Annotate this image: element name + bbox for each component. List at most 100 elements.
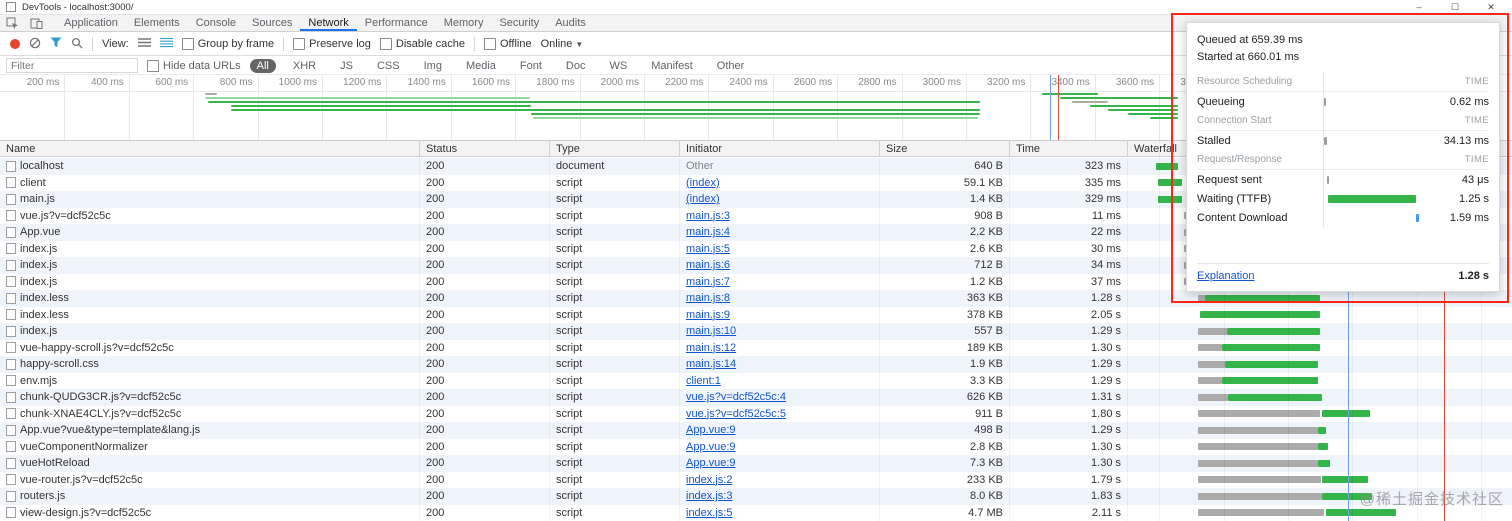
record-button[interactable]	[10, 39, 20, 49]
waterfall-stalled-bar[interactable]	[1198, 410, 1320, 417]
initiator-link[interactable]: index.js:5	[686, 507, 732, 519]
waterfall-stalled-bar[interactable]	[1198, 377, 1222, 384]
initiator-link[interactable]: vue.js?v=dcf52c5c:4	[686, 391, 786, 403]
waterfall-download-bar[interactable]	[1158, 195, 1182, 203]
initiator-link[interactable]: (index)	[686, 193, 720, 205]
maximize-button[interactable]: ☐	[1440, 2, 1470, 13]
offline-checkbox[interactable]: Offline	[483, 38, 532, 50]
waterfall-download-bar[interactable]	[1322, 492, 1372, 500]
throttling-select[interactable]: Online ▼	[541, 38, 584, 50]
waterfall-download-bar[interactable]	[1227, 327, 1320, 335]
initiator-link[interactable]: main.js:10	[686, 325, 736, 337]
minimize-button[interactable]: –	[1404, 2, 1434, 12]
initiator-link[interactable]: index.js:3	[686, 490, 732, 502]
filter-pill-xhr[interactable]: XHR	[286, 59, 323, 73]
filter-pill-ws[interactable]: WS	[602, 59, 634, 73]
column-header-name[interactable]: Name	[0, 141, 420, 156]
initiator-link[interactable]: main.js:9	[686, 309, 730, 321]
tab-elements[interactable]: Elements	[126, 15, 188, 31]
waterfall-stalled-bar[interactable]	[1198, 459, 1318, 467]
waterfall-download-bar[interactable]	[1228, 393, 1322, 401]
initiator-link[interactable]: App.vue:9	[686, 441, 736, 453]
network-request-row[interactable]: env.mjs 200 script client:1 3.3 KB 1.29 s	[0, 372, 1512, 389]
disable-cache-checkbox[interactable]: Disable cache	[379, 38, 465, 50]
filter-pill-img[interactable]: Img	[417, 59, 449, 73]
inspect-element-icon[interactable]	[0, 15, 24, 31]
tab-security[interactable]: Security	[491, 15, 547, 31]
view-list-icon[interactable]	[137, 37, 151, 51]
network-request-row[interactable]: vue-router.js?v=dcf52c5c 200 script index.j…	[0, 471, 1512, 488]
network-request-row[interactable]: index.less 200 script main.js:9 378 KB 2.05 s	[0, 306, 1512, 323]
waterfall-download-bar[interactable]	[1326, 509, 1396, 516]
hide-data-urls-checkbox[interactable]: Hide data URLs	[147, 59, 241, 72]
waterfall-download-bar[interactable]	[1156, 162, 1178, 170]
initiator-link[interactable]: App.vue:9	[686, 457, 736, 469]
waterfall-download-bar[interactable]	[1205, 294, 1320, 302]
filter-pill-media[interactable]: Media	[459, 59, 503, 73]
tab-console[interactable]: Console	[188, 15, 244, 31]
waterfall-download-bar[interactable]	[1322, 410, 1370, 417]
initiator-link[interactable]: main.js:3	[686, 210, 730, 222]
initiator-link[interactable]: vue.js?v=dcf52c5c:5	[686, 408, 786, 420]
network-request-row[interactable]: App.vue?vue&type=template&lang.js 200 scri…	[0, 422, 1512, 439]
initiator-link[interactable]: main.js:14	[686, 358, 736, 370]
view-compact-icon[interactable]	[159, 37, 173, 51]
column-header-initiator[interactable]: Initiator	[680, 141, 880, 156]
network-request-row[interactable]: vueComponentNormalizer 200 script App.vue:9…	[0, 438, 1512, 455]
preserve-log-checkbox[interactable]: Preserve log	[293, 38, 371, 50]
network-request-row[interactable]: chunk-QUDG3CR.js?v=dcf52c5c 200 script vue.…	[0, 389, 1512, 406]
network-request-row[interactable]: happy-scroll.css 200 script main.js:14 1.9 K…	[0, 356, 1512, 373]
waterfall-download-bar[interactable]	[1200, 311, 1320, 318]
filter-pill-css[interactable]: CSS	[370, 59, 407, 73]
column-header-type[interactable]: Type	[550, 141, 680, 156]
initiator-link[interactable]: main.js:12	[686, 342, 736, 354]
initiator-link[interactable]: (index)	[686, 177, 720, 189]
network-request-row[interactable]: vue-happy-scroll.js?v=dcf52c5c 200 script m…	[0, 339, 1512, 356]
column-header-size[interactable]: Size	[880, 141, 1010, 156]
waterfall-stalled-bar[interactable]	[1198, 393, 1228, 401]
tab-application[interactable]: Application	[56, 15, 126, 31]
waterfall-stalled-bar[interactable]	[1198, 443, 1318, 450]
waterfall-stalled-bar[interactable]	[1198, 426, 1318, 434]
waterfall-download-bar[interactable]	[1318, 426, 1326, 434]
filter-pill-doc[interactable]: Doc	[559, 59, 593, 73]
network-request-row[interactable]: index.less 200 script main.js:8 363 KB 1.28 s	[0, 290, 1512, 307]
network-request-row[interactable]: index.js 200 script main.js:10 557 B 1.29 s	[0, 323, 1512, 340]
filter-pill-js[interactable]: JS	[333, 59, 360, 73]
column-header-status[interactable]: Status	[420, 141, 550, 156]
tab-sources[interactable]: Sources	[244, 15, 300, 31]
waterfall-download-bar[interactable]	[1318, 443, 1328, 450]
network-request-row[interactable]: routers.js 200 script index.js:3 8.0 KB 1.83 …	[0, 488, 1512, 505]
waterfall-download-bar[interactable]	[1158, 179, 1182, 186]
filter-input[interactable]	[6, 58, 138, 73]
waterfall-stalled-bar[interactable]	[1198, 327, 1227, 335]
waterfall-download-bar[interactable]	[1225, 360, 1318, 368]
filter-pill-manifest[interactable]: Manifest	[644, 59, 700, 73]
waterfall-stalled-bar[interactable]	[1198, 344, 1222, 351]
filter-pill-font[interactable]: Font	[513, 59, 549, 73]
device-toolbar-icon[interactable]	[24, 15, 48, 31]
clear-icon[interactable]	[29, 37, 41, 52]
filter-pill-all[interactable]: All	[249, 58, 276, 73]
waterfall-download-bar[interactable]	[1222, 344, 1320, 351]
waterfall-stalled-bar[interactable]	[1198, 492, 1322, 500]
tab-network[interactable]: Network	[300, 15, 356, 31]
network-request-row[interactable]: view-design.js?v=dcf52c5c 200 script index.…	[0, 504, 1512, 521]
waterfall-stalled-bar[interactable]	[1198, 294, 1205, 302]
filter-pill-other[interactable]: Other	[710, 59, 752, 73]
initiator-link[interactable]: main.js:4	[686, 226, 730, 238]
initiator-link[interactable]: main.js:8	[686, 292, 730, 304]
waterfall-download-bar[interactable]	[1318, 459, 1330, 467]
tab-memory[interactable]: Memory	[436, 15, 492, 31]
close-button[interactable]: ✕	[1476, 2, 1506, 13]
waterfall-stalled-bar[interactable]	[1198, 509, 1324, 516]
network-request-row[interactable]: vueHotReload 200 script App.vue:9 7.3 KB 1.30…	[0, 455, 1512, 472]
explanation-link[interactable]: Explanation	[1197, 270, 1255, 282]
initiator-link[interactable]: App.vue:9	[686, 424, 736, 436]
waterfall-stalled-bar[interactable]	[1198, 360, 1225, 368]
column-header-time[interactable]: Time	[1010, 141, 1128, 156]
initiator-link[interactable]: main.js:5	[686, 243, 730, 255]
waterfall-download-bar[interactable]	[1322, 476, 1368, 483]
tab-audits[interactable]: Audits	[547, 15, 594, 31]
initiator-link[interactable]: main.js:7	[686, 276, 730, 288]
